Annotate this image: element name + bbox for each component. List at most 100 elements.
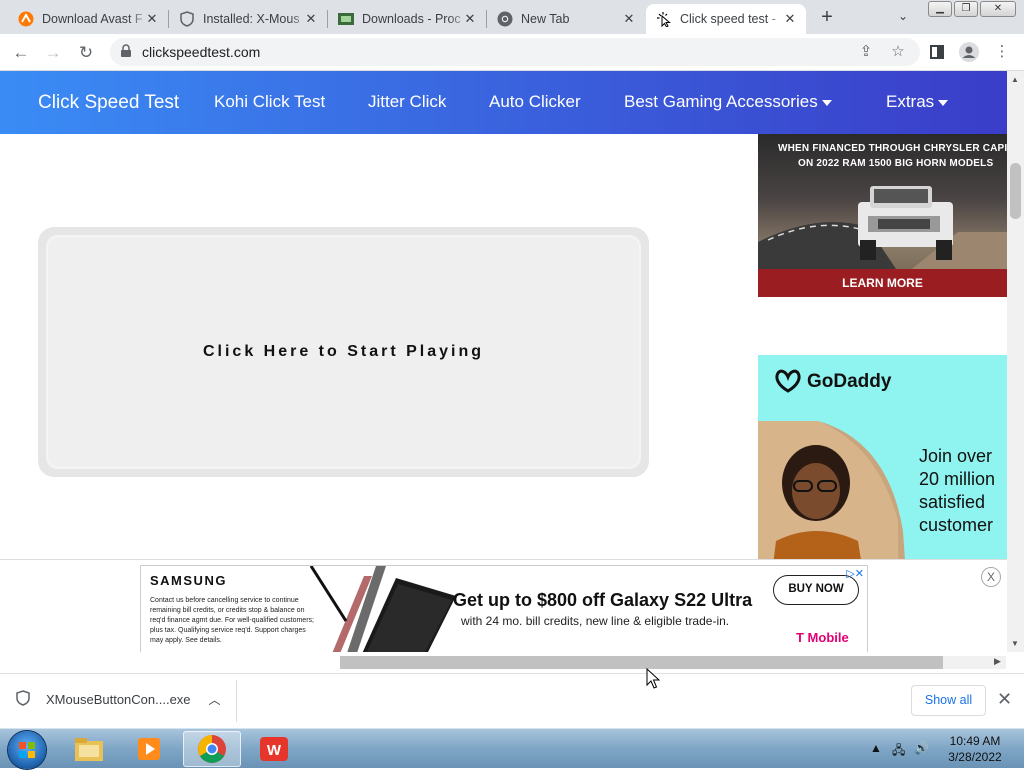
mouse-cursor-icon xyxy=(646,668,660,689)
chevron-up-icon[interactable]: ︿ xyxy=(209,691,221,708)
nav-best-gaming-accessories[interactable]: Best Gaming Accessories xyxy=(624,92,832,112)
close-download-bar-icon[interactable]: ✕ xyxy=(997,689,1012,710)
network-icon[interactable]: 🖧 xyxy=(892,741,905,762)
tab-downloads[interactable]: Downloads - Proc ✕ xyxy=(328,4,486,34)
chrome-taskbar-icon[interactable] xyxy=(183,731,241,767)
godaddy-logo: GoDaddy xyxy=(773,369,891,395)
ram-ad-text: WHEN FINANCED THROUGH CHRYSLER CAPIT ON … xyxy=(778,141,1007,171)
tab-new-tab[interactable]: New Tab ✕ xyxy=(487,4,645,34)
reload-icon[interactable]: ↻ xyxy=(73,40,99,66)
side-panel-icon[interactable] xyxy=(926,41,948,63)
ram-ad-line: ON 2022 RAM 1500 BIG HORN MODELS xyxy=(798,158,994,169)
tab-strip: Download Avast F ✕ Installed: X-Mous ✕ D… xyxy=(0,0,1024,34)
tab-title: Installed: X-Mous xyxy=(203,12,300,26)
svg-text:W: W xyxy=(267,742,282,759)
phone-image xyxy=(309,566,456,654)
nav-extras[interactable]: Extras xyxy=(886,92,949,112)
cursor-click-icon xyxy=(656,11,672,27)
volume-icon[interactable]: 🔊 xyxy=(914,741,929,755)
nav-auto-clicker[interactable]: Auto Clicker xyxy=(489,92,581,112)
adchoices-icon[interactable]: ▷✕ xyxy=(846,567,864,580)
caret-down-icon xyxy=(821,99,832,106)
ad-copy-line: satisfied xyxy=(919,492,986,512)
lock-icon xyxy=(120,44,134,60)
clock-time: 10:49 AM xyxy=(949,734,1001,748)
tmobile-logo: T Mobile xyxy=(796,630,849,645)
downloads-site-icon xyxy=(338,11,354,27)
samsung-subline: with 24 mo. bill credits, new line & eli… xyxy=(461,614,730,628)
show-all-button[interactable]: Show all xyxy=(911,685,986,716)
back-icon[interactable]: ← xyxy=(8,40,34,66)
nav-kohi-click-test[interactable]: Kohi Click Test xyxy=(214,92,325,112)
close-icon[interactable]: ✕ xyxy=(782,11,798,27)
ad-copy-line: 20 million xyxy=(919,469,996,489)
media-player-taskbar-icon[interactable] xyxy=(120,731,178,767)
new-tab-icon[interactable]: + xyxy=(815,6,839,30)
ad-copy-line: customer xyxy=(919,515,994,535)
vertical-scrollbar[interactable]: ▲ ▼ xyxy=(1007,71,1024,652)
bookmark-star-icon[interactable]: ☆ xyxy=(887,41,909,63)
tab-search-chevron-icon[interactable]: ⌄ xyxy=(898,9,908,23)
vertical-scroll-thumb[interactable] xyxy=(1010,163,1021,219)
ram-ad-line: WHEN FINANCED THROUGH CHRYSLER CAPIT xyxy=(778,143,1007,154)
godaddy-ad-copy: Join over 20 million satisfied customer xyxy=(919,445,995,537)
nav-label: Best Gaming Accessories xyxy=(624,92,818,111)
chrome-icon xyxy=(497,11,513,27)
avast-icon xyxy=(18,11,34,27)
truck-image xyxy=(758,186,1007,272)
nav-jitter-click[interactable]: Jitter Click xyxy=(368,92,446,112)
close-icon[interactable]: ✕ xyxy=(621,11,637,27)
learn-more-button[interactable]: LEARN MORE xyxy=(758,269,1007,297)
share-icon[interactable]: ⇪ xyxy=(855,41,877,63)
nav-label: Extras xyxy=(886,92,935,111)
click-play-area[interactable]: Click Here to Start Playing xyxy=(38,227,649,477)
start-playing-label: Click Here to Start Playing xyxy=(202,343,485,360)
ad-copy-line: Join over xyxy=(919,446,993,466)
clock-date: 3/28/2022 xyxy=(948,750,1002,764)
close-icon[interactable]: ✕ xyxy=(144,11,160,27)
scroll-right-icon[interactable]: ▶ xyxy=(994,656,1001,667)
tab-title: Download Avast F xyxy=(42,12,143,26)
tab-click-speed-test[interactable]: Click speed test - ✕ xyxy=(646,4,806,34)
restore-icon[interactable]: ❐ xyxy=(954,1,978,17)
bottom-ad-bar: SAMSUNG Contact us before cancelling ser… xyxy=(0,559,1007,655)
ad-close-button[interactable]: X xyxy=(981,567,1001,587)
scroll-down-icon[interactable]: ▼ xyxy=(1011,639,1019,648)
profile-avatar-icon[interactable] xyxy=(958,41,980,63)
close-icon[interactable]: ✕ xyxy=(462,11,478,27)
shield-icon xyxy=(179,11,195,27)
tab-title: Downloads - Proc xyxy=(362,12,461,26)
start-button-icon[interactable] xyxy=(8,731,46,769)
address-toolbar: ← → ↻ clickspeedtest.com ⇪ ☆ ⋮ xyxy=(0,34,1024,71)
scroll-up-icon[interactable]: ▲ xyxy=(1011,75,1019,84)
address-bar[interactable]: clickspeedtest.com xyxy=(110,38,920,66)
ram-truck-ad[interactable]: WHEN FINANCED THROUGH CHRYSLER CAPIT ON … xyxy=(758,134,1007,297)
tab-title: Click speed test - xyxy=(680,12,776,26)
godaddy-logo-icon xyxy=(775,369,801,393)
caret-down-icon xyxy=(938,99,949,106)
tab-title: New Tab xyxy=(521,12,570,26)
shield-file-icon xyxy=(16,690,30,709)
samsung-logo: SAMSUNG xyxy=(150,573,227,588)
download-filename: XMouseButtonCon....exe xyxy=(46,692,191,707)
menu-kebab-icon[interactable]: ⋮ xyxy=(991,41,1013,63)
taskbar-clock[interactable]: 10:49 AM 3/28/2022 xyxy=(940,733,1010,765)
forward-icon[interactable]: → xyxy=(40,40,66,66)
close-icon[interactable]: ✕ xyxy=(303,11,319,27)
tab-installed-xmouse[interactable]: Installed: X-Mous ✕ xyxy=(169,4,327,34)
site-navbar: Click Speed Test Kohi Click Test Jitter … xyxy=(0,71,1007,134)
show-hidden-icons-icon[interactable]: ▲ xyxy=(870,741,882,755)
explorer-taskbar-icon[interactable] xyxy=(60,731,118,767)
wps-office-taskbar-icon[interactable]: W xyxy=(245,731,303,767)
samsung-fine-print: Contact us before cancelling service to … xyxy=(150,597,314,644)
tab-avast[interactable]: Download Avast F ✕ xyxy=(8,4,168,34)
close-window-icon[interactable]: ✕ xyxy=(980,1,1016,17)
windows-taskbar: W ▲ 🖧 🔊 10:49 AM 3/28/2022 xyxy=(0,728,1024,769)
samsung-ad[interactable]: SAMSUNG Contact us before cancelling ser… xyxy=(140,565,868,655)
minimize-icon[interactable]: ▁ xyxy=(928,1,952,17)
download-item[interactable]: XMouseButtonCon....exe ︿ xyxy=(16,690,221,709)
site-brand-link[interactable]: Click Speed Test xyxy=(38,92,179,114)
samsung-headline: Get up to $800 off Galaxy S22 Ultra xyxy=(453,590,753,610)
horizontal-scroll-thumb[interactable] xyxy=(340,656,943,669)
horizontal-scrollbar[interactable]: ▶ xyxy=(0,652,1024,673)
